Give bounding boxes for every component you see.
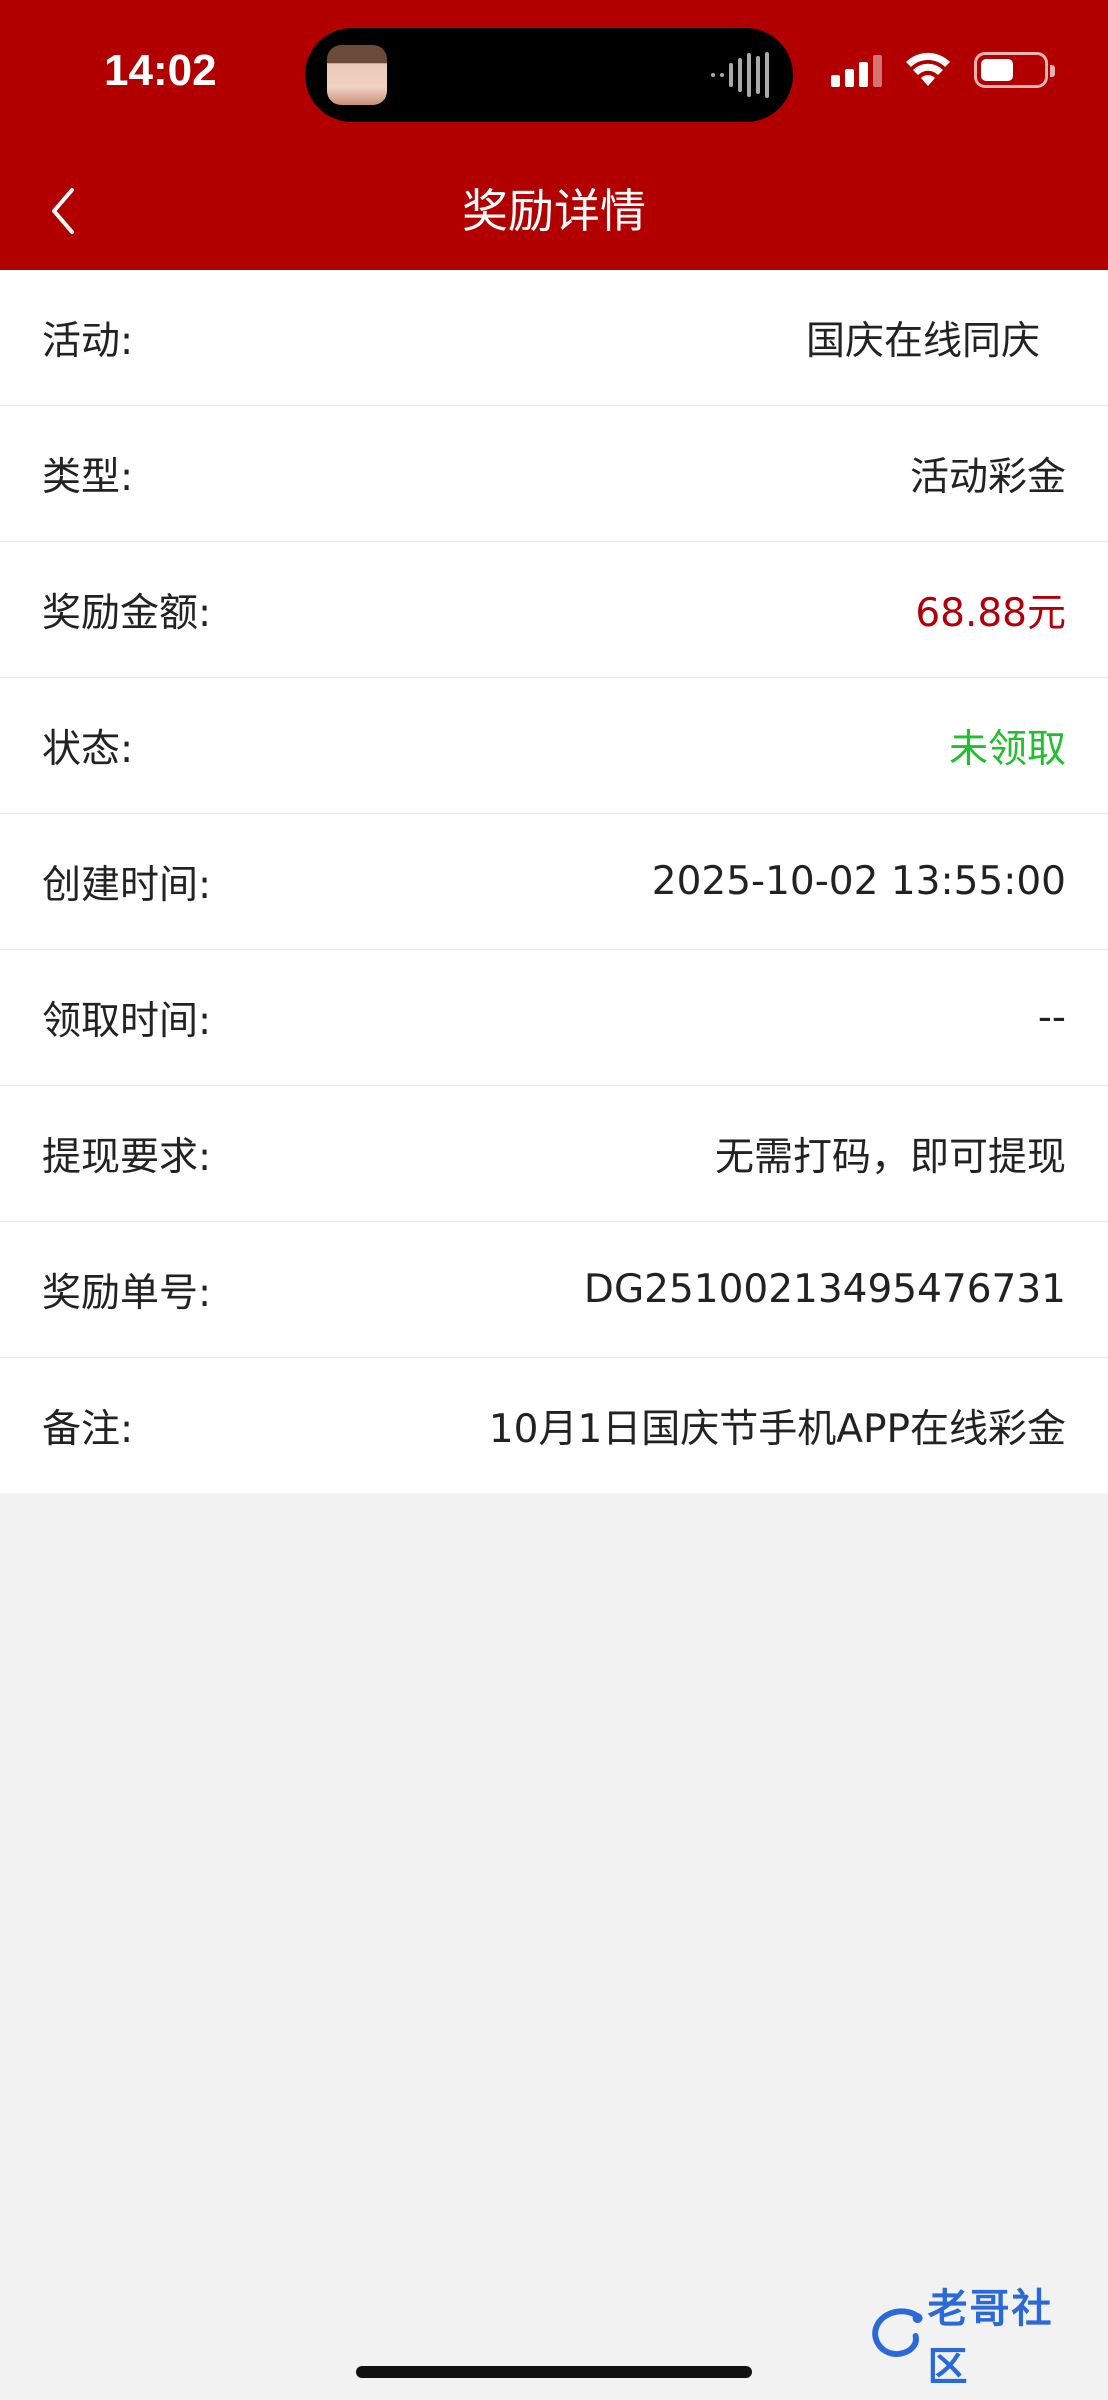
status-value: 未领取 xyxy=(948,726,1066,772)
amount-value: 68.88元 xyxy=(915,590,1066,636)
home-indicator[interactable] xyxy=(356,2366,752,2378)
created-time-value: 2025-10-02 13:55:00 xyxy=(651,859,1066,904)
remark-label: 备注: xyxy=(42,1406,134,1452)
activity-label: 活动: xyxy=(42,318,134,364)
battery-icon xyxy=(974,52,1055,88)
withdraw-requirement-label: 提现要求: xyxy=(42,1134,212,1180)
claim-time-value: -- xyxy=(1037,995,1066,1040)
status-time: 14:02 xyxy=(104,46,217,95)
audio-wave-icon xyxy=(709,50,769,100)
wifi-icon xyxy=(906,52,950,86)
created-time-label: 创建时间: xyxy=(42,862,212,908)
detail-row-withdraw-requirement: 提现要求: 无需打码，即可提现 xyxy=(0,1086,1108,1222)
type-value: 活动彩金 xyxy=(909,454,1066,500)
reward-details-list: 活动: 国庆在线同庆 类型: 活动彩金 奖励金额: 68.88元 状态: 未领取… xyxy=(0,270,1108,1493)
detail-row-created-time: 创建时间: 2025-10-02 13:55:00 xyxy=(0,814,1108,950)
detail-row-type: 类型: 活动彩金 xyxy=(0,406,1108,542)
status-icons xyxy=(831,52,1055,88)
status-label: 状态: xyxy=(42,726,134,772)
detail-row-claim-time: 领取时间: -- xyxy=(0,950,1108,1086)
detail-row-amount: 奖励金额: 68.88元 xyxy=(0,542,1108,678)
order-number-label: 奖励单号: xyxy=(42,1270,212,1316)
detail-row-activity: 活动: 国庆在线同庆 xyxy=(0,270,1108,406)
watermark: 老哥社区 xyxy=(868,2286,1094,2390)
order-number-value: DG25100213495476731 xyxy=(583,1267,1066,1312)
page-title: 奖励详情 xyxy=(462,184,646,238)
withdraw-requirement-value: 无需打码，即可提现 xyxy=(714,1134,1066,1180)
detail-row-status: 状态: 未领取 xyxy=(0,678,1108,814)
type-label: 类型: xyxy=(42,454,134,500)
dragon-logo-icon xyxy=(872,2308,923,2357)
detail-row-remark: 备注: 10月1日国庆节手机APP在线彩金 xyxy=(0,1358,1108,1493)
dynamic-island xyxy=(305,28,793,122)
remark-value: 10月1日国庆节手机APP在线彩金 xyxy=(488,1406,1066,1452)
activity-value: 国庆在线同庆 xyxy=(805,318,1040,364)
watermark-text: 老哥社区 xyxy=(927,2286,1054,2390)
claim-time-label: 领取时间: xyxy=(42,998,212,1044)
amount-label: 奖励金额: xyxy=(42,590,212,636)
cellular-signal-icon xyxy=(831,53,882,87)
app-header: 14:02 奖励详情 xyxy=(0,0,1108,270)
detail-row-order-number: 奖励单号: DG25100213495476731 xyxy=(0,1222,1108,1358)
avatar xyxy=(327,45,387,105)
